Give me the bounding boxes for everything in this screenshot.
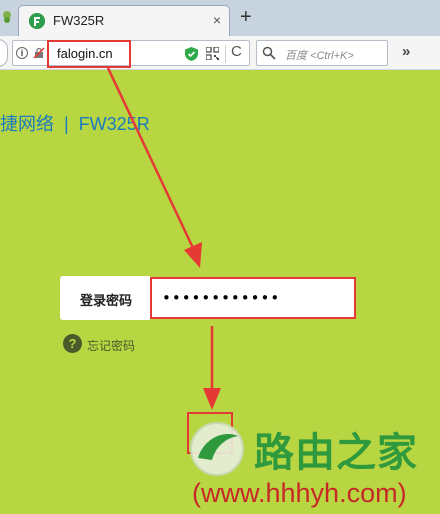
arrow-to-password [106, 67, 195, 249]
watermark-logo-icon [190, 422, 244, 476]
watermark-title: 路由之家 [254, 430, 418, 476]
watermark-url: (www.hhhyh.com) [192, 478, 407, 508]
arrow-to-login-head [203, 388, 221, 410]
